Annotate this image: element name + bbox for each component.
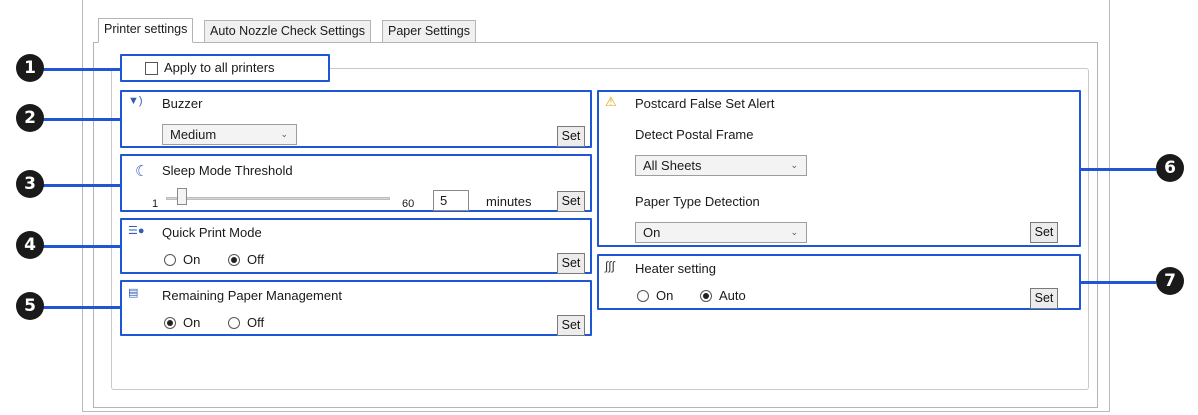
heater-on-label: On: [656, 288, 674, 303]
detect-postal-frame-select[interactable]: All Sheets ⌄: [635, 155, 807, 176]
tab-printer-settings[interactable]: Printer settings: [98, 18, 194, 43]
paper-type-detection-label: Paper Type Detection: [635, 194, 760, 209]
callout-line-6: [1080, 168, 1156, 171]
callout-line-4: [38, 245, 122, 248]
buzzer-title: Buzzer: [162, 96, 203, 111]
warning-icon: ⚠: [605, 94, 617, 109]
callout-badge-6: 6: [1156, 154, 1184, 182]
remaining-paper-off-label: Off: [247, 315, 265, 330]
moon-icon: ☾: [135, 163, 149, 180]
callout-line-1: [38, 68, 120, 71]
chevron-down-icon: ⌄: [280, 129, 288, 139]
heater-set-button[interactable]: Set: [1030, 288, 1058, 309]
apply-all-label: Apply to all printers: [164, 60, 275, 75]
callout-badge-2: 2: [16, 104, 44, 132]
postcard-alert-title: Postcard False Set Alert: [635, 96, 775, 111]
heater-on-radio[interactable]: [637, 290, 649, 302]
heater-auto-label: Auto: [719, 288, 746, 303]
sleep-mode-title: Sleep Mode Threshold: [162, 163, 293, 178]
apply-all-checkbox[interactable]: [145, 62, 158, 75]
chevron-down-icon: ⌄: [790, 160, 798, 170]
quick-print-icon: ☰●: [128, 225, 145, 237]
quick-print-title: Quick Print Mode: [162, 225, 262, 240]
buzzer-select[interactable]: Medium ⌄: [162, 124, 297, 145]
buzzer-set-button[interactable]: Set: [557, 126, 585, 147]
paper-type-detection-select[interactable]: On ⌄: [635, 222, 807, 243]
callout-line-3: [38, 184, 122, 187]
tab-paper-settings[interactable]: Paper Settings: [382, 20, 476, 43]
remaining-paper-on-radio[interactable]: [164, 317, 176, 329]
speaker-icon: ▼): [128, 95, 143, 107]
postcard-set-button[interactable]: Set: [1030, 222, 1058, 243]
remaining-paper-off-radio[interactable]: [228, 317, 240, 329]
sleep-slider-thumb[interactable]: [176, 188, 187, 205]
callout-line-2: [38, 118, 122, 121]
chevron-down-icon: ⌄: [790, 227, 798, 237]
callout-badge-4: 4: [16, 231, 44, 259]
remaining-paper-set-button[interactable]: Set: [557, 315, 585, 336]
callout-badge-5: 5: [16, 292, 44, 320]
detect-postal-frame-value: All Sheets: [643, 158, 702, 173]
tab-auto-nozzle-check-settings[interactable]: Auto Nozzle Check Settings: [204, 20, 371, 43]
quick-print-on-radio[interactable]: [164, 254, 176, 266]
sleep-set-button[interactable]: Set: [557, 191, 585, 212]
remaining-paper-on-label: On: [183, 315, 201, 330]
callout-line-5: [38, 306, 122, 309]
buzzer-select-value: Medium: [170, 127, 217, 142]
heater-title: Heater setting: [635, 261, 716, 276]
slider-min-label: 1: [152, 198, 159, 210]
quick-print-set-button[interactable]: Set: [557, 253, 585, 274]
callout-badge-1: 1: [16, 54, 44, 82]
detect-postal-frame-label: Detect Postal Frame: [635, 127, 754, 142]
quick-print-off-label: Off: [247, 252, 265, 267]
slider-max-label: 60: [402, 198, 415, 210]
quick-print-off-radio[interactable]: [228, 254, 240, 266]
paper-type-detection-value: On: [643, 225, 661, 240]
minutes-unit-label: minutes: [486, 194, 532, 209]
paper-icon: ▤: [128, 287, 139, 299]
callout-line-7: [1080, 281, 1156, 284]
sleep-slider-track[interactable]: [166, 197, 390, 200]
heater-icon: ∫∫∫: [605, 259, 615, 273]
quick-print-on-label: On: [183, 252, 201, 267]
heater-auto-radio[interactable]: [700, 290, 712, 302]
sleep-minutes-input[interactable]: 5: [433, 190, 469, 211]
callout-badge-3: 3: [16, 170, 44, 198]
remaining-paper-title: Remaining Paper Management: [162, 288, 342, 303]
callout-badge-7: 7: [1156, 267, 1184, 295]
